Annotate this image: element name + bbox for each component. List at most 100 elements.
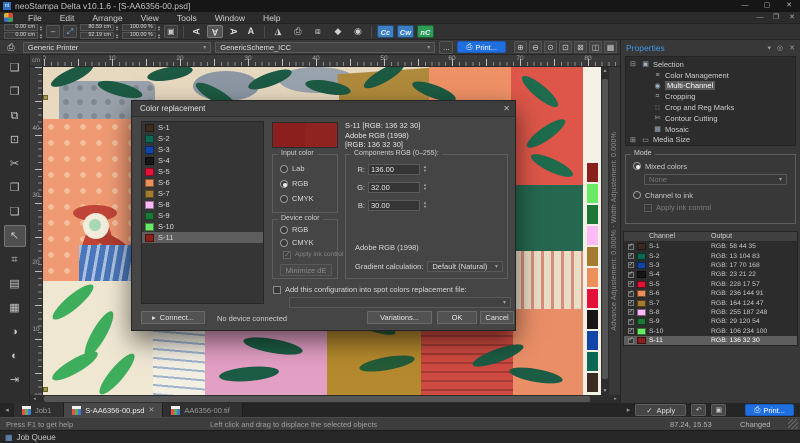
rotate-button[interactable]: A [207, 25, 223, 38]
spot-color-item[interactable]: S-6 [142, 177, 263, 188]
channel-row[interactable]: S-2 RGB: 13 104 83 [624, 251, 797, 260]
color-picker-button[interactable]: ◉ [350, 25, 366, 38]
tile-horizontal-button[interactable]: ◫ [589, 41, 602, 53]
copy-button[interactable]: ❐ [4, 177, 26, 199]
selection-handle[interactable] [43, 387, 48, 392]
channel-checkbox[interactable] [628, 300, 634, 306]
tree-media-size[interactable]: ⊞ ▭ Media Size [626, 135, 795, 146]
component-value-input[interactable]: 136.00 [368, 164, 420, 175]
tree-multi-channel[interactable]: ◉ Multi-Channel [626, 81, 795, 92]
channel-row[interactable]: S-6 RGB: 236 144 91 [624, 289, 797, 298]
panel-print-button[interactable]: ⎙ Print... [745, 404, 794, 416]
channel-row[interactable]: S-8 RGB: 255 187 248 [624, 308, 797, 317]
channel-checkbox[interactable] [628, 244, 634, 250]
scroll-right-icon[interactable]: ▸ [611, 395, 620, 403]
tree-cropping[interactable]: ⌗ Cropping [626, 91, 795, 102]
spot-file-checkbox[interactable]: Add this configuration into spot colors … [273, 285, 467, 294]
channel-checkbox[interactable] [628, 253, 634, 259]
save-button[interactable]: ⊡ [4, 129, 26, 151]
tab-scroll-left-icon[interactable]: ◂ [0, 406, 14, 414]
spot-color-item[interactable]: S-3 [142, 144, 263, 155]
spot-color-item[interactable]: S-5 [142, 166, 263, 177]
mdi-restore-button[interactable]: ❐ [768, 12, 784, 24]
apply-ink-control-checkbox[interactable]: Apply ink control [273, 249, 337, 260]
menu-item[interactable]: View [132, 12, 168, 24]
snapshot-button[interactable]: ▣ [711, 404, 726, 416]
spot-color-item[interactable]: S-2 [142, 133, 263, 144]
channel-checkbox[interactable] [628, 338, 634, 344]
spinner-icons[interactable]: ▲▼ [423, 201, 427, 209]
channel-row[interactable]: S-9 RGB: 29 120 54 [624, 317, 797, 326]
resize-grip[interactable] [788, 419, 798, 429]
rotate-button[interactable]: A [226, 24, 239, 40]
panel-close-icon[interactable]: ✕ [789, 44, 795, 52]
tab-job1[interactable]: Job1 [14, 403, 64, 417]
tree-crop-reg-marks[interactable]: ∷ Crop and Reg Marks [626, 102, 795, 113]
channel-row[interactable]: S-10 RGB: 106 234 100 [624, 327, 797, 336]
height-input[interactable]: 92.19 cm [80, 32, 114, 39]
spinner-icons[interactable]: ▲▼ [423, 165, 427, 173]
horizontal-scroll-thumb[interactable] [44, 396, 590, 402]
position-x-input[interactable]: 0.00 cm [4, 24, 38, 31]
spot-color-item[interactable]: S-4 [142, 155, 263, 166]
mdi-close-button[interactable]: ✕ [784, 12, 800, 24]
spot-color-item[interactable]: S-9 [142, 210, 263, 221]
scroll-down-icon[interactable]: ▼ [601, 387, 609, 395]
output-column-header[interactable]: Output [711, 233, 797, 240]
printer-select[interactable]: Generic Printer▾ [23, 42, 211, 53]
channel-to-ink-radio[interactable]: Channel to ink [626, 188, 795, 202]
spot-color-item[interactable]: S-1 [142, 122, 263, 133]
tile-view-button[interactable]: ▦ [4, 297, 26, 319]
tree-mosaic[interactable]: ▦ Mosaic [626, 124, 795, 135]
mdi-minimize-button[interactable]: — [752, 12, 768, 24]
mixed-colors-select[interactable]: None ▾ [644, 174, 787, 185]
spinner-icons[interactable]: ▲▼ [423, 183, 427, 191]
panel-collapse-icon[interactable]: ▸ [627, 406, 631, 414]
new-job-button[interactable]: ❑ [4, 57, 26, 79]
menu-item[interactable]: Arrange [83, 12, 131, 24]
print-setup-button[interactable]: ⎙ [290, 25, 306, 38]
menu-item[interactable]: Window [206, 12, 254, 24]
component-value-input[interactable]: 30.00 [368, 200, 420, 211]
lock-proportions-button[interactable]: ▣ [164, 25, 178, 38]
channel-row[interactable]: S-3 RGB: 17 70 168 [624, 261, 797, 270]
tile-grid-button[interactable]: ▦ [604, 41, 617, 53]
tab-s-aa6356-00-psd[interactable]: S-AA6356-00.psd ✕ [64, 403, 163, 417]
window-minimize-button[interactable]: — [734, 0, 756, 12]
channel-checkbox[interactable] [628, 272, 634, 278]
ok-button[interactable]: OK [437, 311, 477, 324]
horizontal-scrollbar[interactable]: ◂ ▸ [30, 395, 620, 403]
reset-position-button[interactable]: – [46, 25, 60, 38]
select-tool-button[interactable]: ↖ [4, 225, 26, 247]
channel-checkbox[interactable] [628, 319, 634, 325]
link-dimensions-button[interactable]: ⤢ [63, 25, 77, 38]
component-value-input[interactable]: 32.00 [368, 182, 420, 193]
channel-row[interactable]: S-4 RGB: 23 21 22 [624, 270, 797, 279]
scale-x-input[interactable]: 100.00 % [122, 24, 156, 31]
panel-apply-ink-checkbox[interactable]: Apply ink control [626, 202, 795, 213]
cw-button[interactable]: Cw [397, 25, 414, 38]
dialog-close-icon[interactable]: ✕ [503, 101, 510, 117]
vertical-scroll-thumb[interactable] [602, 79, 608, 379]
add-image-button[interactable]: ⧉ [4, 105, 26, 127]
device-color-radio[interactable]: RGB [273, 223, 337, 236]
panel-menu-icon[interactable]: ▾ [768, 44, 772, 52]
device-color-radio[interactable]: CMYK [273, 236, 337, 249]
channel-checkbox[interactable] [628, 281, 634, 287]
spot-file-select[interactable]: ▾ [289, 297, 511, 308]
paste-button[interactable]: ❏ [4, 201, 26, 223]
spot-color-item[interactable]: S-11 [142, 232, 263, 243]
tree-selection[interactable]: ⊟ ▣ Selection [626, 59, 795, 70]
open-button[interactable]: ❒ [4, 81, 26, 103]
pin-icon[interactable]: ◎ [777, 44, 783, 52]
expander-icon[interactable]: ⊟ [630, 60, 638, 68]
cut-button[interactable]: ✂ [4, 153, 26, 175]
width-input[interactable]: 80.59 cm [80, 24, 114, 31]
menu-item[interactable]: Edit [51, 12, 84, 24]
nc-button[interactable]: nC [417, 25, 434, 38]
zoom-out-button[interactable]: ⊖ [529, 41, 542, 53]
spot-color-item[interactable]: S-7 [142, 188, 263, 199]
tab-close-icon[interactable]: ✕ [148, 406, 154, 414]
window-close-button[interactable]: ✕ [778, 0, 800, 12]
menu-item[interactable]: Tools [168, 12, 206, 24]
